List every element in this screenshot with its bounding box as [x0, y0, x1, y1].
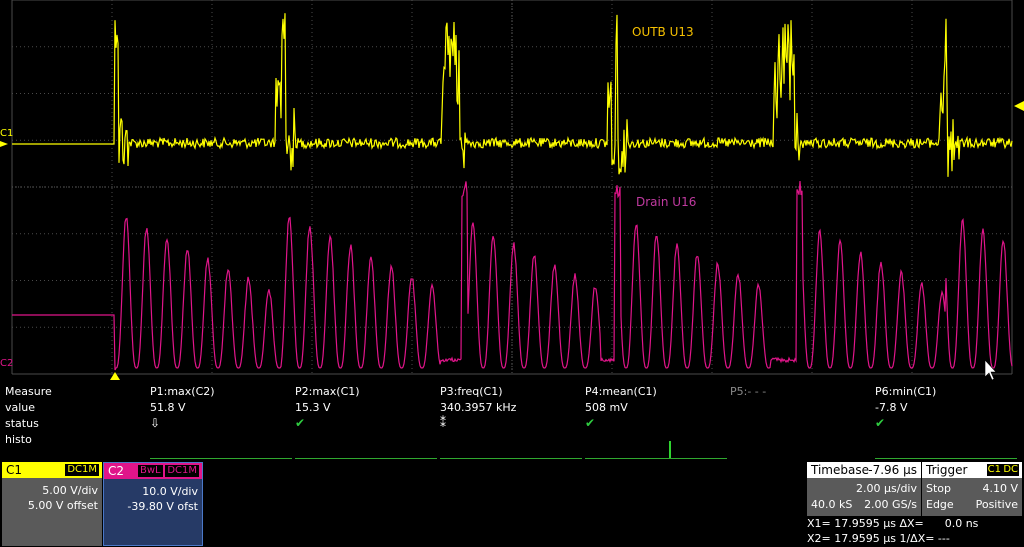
- timebase-delay: -7.96 µs: [868, 463, 917, 477]
- c1-offset: 5.00 V offset: [27, 499, 98, 512]
- c1-vdiv: 5.00 V/div: [42, 484, 98, 497]
- c2-vdiv: 10.0 V/div: [142, 485, 198, 498]
- cursor-x1-readout: X1= 17.9595 µs ΔX= 0.0 ns: [807, 517, 979, 530]
- c1-level-marker-icon[interactable]: [1014, 101, 1024, 111]
- measure-status-row: status ⇩ ✔ ⁑ ✔ ✔: [0, 416, 1024, 432]
- trigger-type: Edge: [926, 498, 954, 511]
- param-p6-name[interactable]: P6:min(C1): [875, 385, 936, 398]
- trigger-level: 4.10 V: [982, 482, 1018, 495]
- trigger-descriptor[interactable]: Trigger C1 DC Stop 4.10 V Edge Positive: [922, 462, 1022, 516]
- c2-bwl-tag: BwL: [138, 465, 163, 477]
- trigger-title: Trigger: [926, 463, 968, 477]
- c2-coupling-tag: DC1M: [165, 465, 199, 477]
- channel-c2-marker[interactable]: C2: [0, 358, 13, 369]
- timebase-samples: 40.0 kS: [811, 498, 853, 511]
- histo-row-label: histo: [5, 433, 32, 446]
- timebase-tdiv: 2.00 µs/div: [856, 482, 917, 495]
- param-p3-name[interactable]: P3:freq(C1): [440, 385, 503, 398]
- trigger-coupling-tag: DC: [1002, 464, 1019, 476]
- check-icon: ✔: [295, 416, 306, 430]
- param-p4-name[interactable]: P4:mean(C1): [585, 385, 657, 398]
- c1-name: C1: [6, 463, 23, 477]
- param-p6-value: -7.8 V: [875, 401, 908, 414]
- param-p1-value: 51.8 V: [150, 401, 186, 414]
- channel-c1-descriptor[interactable]: C1 DC1M 5.00 V/div 5.00 V offset: [2, 462, 102, 546]
- param-p4-value: 508 mV: [585, 401, 628, 414]
- histo-p2: [295, 458, 437, 459]
- c1-header: C1 DC1M: [2, 462, 102, 478]
- histo-p4-bar: [669, 441, 671, 458]
- asterisk-icon: ⁑: [440, 416, 446, 430]
- measure-panel: Measure P1:max(C2) P2:max(C1) P3:freq(C1…: [0, 384, 1024, 460]
- measure-histo-row: histo: [0, 432, 1024, 448]
- trigger-mode: Stop: [926, 482, 952, 495]
- channel-c2-descriptor[interactable]: C2 BwL DC1M 10.0 V/div -39.80 V ofst: [103, 462, 203, 546]
- trace-c2: [12, 180, 1013, 371]
- check-icon: ✔: [875, 416, 886, 430]
- trigger-position-marker-icon[interactable]: [110, 372, 120, 380]
- param-p3-value: 340.3957 kHz: [440, 401, 517, 414]
- measure-header-row: Measure P1:max(C2) P2:max(C1) P3:freq(C1…: [0, 384, 1024, 400]
- trace-c1-label: OUTB U13: [632, 25, 694, 39]
- trace-c2-label: Drain U16: [636, 195, 696, 209]
- c1-ground-marker[interactable]: [0, 141, 8, 147]
- info-panels: C1 DC1M 5.00 V/div 5.00 V offset C2 BwL …: [0, 462, 1024, 547]
- param-p2-name[interactable]: P2:max(C1): [295, 385, 360, 398]
- timebase-descriptor[interactable]: Timebase -7.96 µs 2.00 µs/div 40.0 kS 2.…: [807, 462, 921, 516]
- arrow-down-icon: ⇩: [150, 416, 161, 430]
- param-p5-name[interactable]: P5:- - -: [730, 385, 766, 398]
- timebase-rate: 2.00 GS/s: [864, 498, 917, 511]
- histo-p6: [875, 458, 1017, 459]
- value-row-label: value: [5, 401, 36, 414]
- measure-row-label: Measure: [5, 385, 52, 398]
- param-p1-name[interactable]: P1:max(C2): [150, 385, 215, 398]
- status-row-label: status: [5, 417, 39, 430]
- trigger-slope: Positive: [975, 498, 1018, 511]
- histo-p1: [150, 458, 292, 459]
- measure-value-row: value 51.8 V 15.3 V 340.3957 kHz 508 mV …: [0, 400, 1024, 416]
- cursor-x2-readout: X2= 17.9595 µs 1/ΔX= ---: [807, 532, 950, 545]
- waveform-display[interactable]: OUTB U13 Drain U16 C1 C2: [0, 0, 1024, 384]
- histo-p3: [440, 458, 582, 459]
- trigger-header: Trigger C1 DC: [922, 462, 1022, 478]
- c1-coupling-tag: DC1M: [65, 464, 99, 476]
- check-icon: ✔: [585, 416, 596, 430]
- c2-header: C2 BwL DC1M: [104, 463, 202, 479]
- channel-c1-marker[interactable]: C1: [0, 128, 13, 139]
- param-p2-value: 15.3 V: [295, 401, 331, 414]
- trigger-channel-tag: C1: [986, 464, 1002, 476]
- timebase-title: Timebase: [811, 463, 869, 477]
- histo-p4: [585, 458, 727, 459]
- c2-offset: -39.80 V ofst: [127, 500, 198, 513]
- timebase-header: Timebase -7.96 µs: [807, 462, 921, 478]
- c2-name: C2: [108, 464, 125, 478]
